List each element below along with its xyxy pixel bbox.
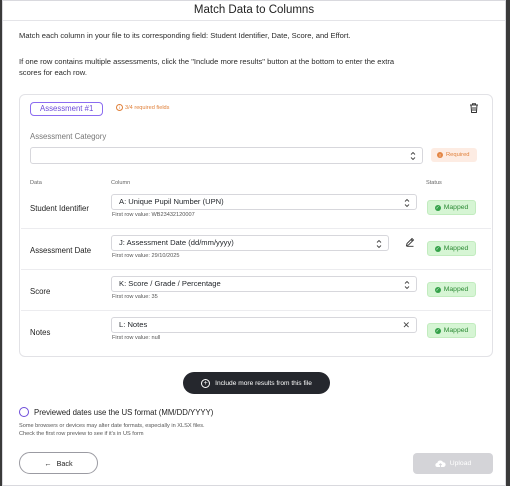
first-row-value: First row value: 29/10/2025	[112, 253, 180, 259]
upload-button[interactable]: Upload	[413, 453, 493, 474]
clear-icon[interactable]: ✕	[402, 320, 410, 330]
chevron-up-down-icon	[404, 280, 410, 290]
cloud-upload-icon	[435, 460, 446, 468]
us-format-hint-1: Some browsers or devices may alter date …	[19, 423, 205, 429]
required-badge-text: Required	[446, 152, 470, 158]
column-select-value: J: Assessment Date (dd/mm/yyyy)	[119, 238, 234, 247]
mapped-text: Mapped	[443, 327, 469, 334]
trash-icon[interactable]	[468, 102, 480, 114]
include-more-label: Include more results from this file	[215, 379, 312, 387]
include-more-results-button[interactable]: + Include more results from this file	[183, 372, 330, 394]
first-row-value: First row value: 35	[112, 294, 158, 300]
dialog-title: Match Data to Columns	[193, 4, 315, 16]
header-data: Data	[30, 180, 42, 186]
warning-icon: !	[437, 152, 443, 158]
arrow-left-icon: ←	[44, 458, 52, 468]
mapping-row: Notes L: Notes ✕ First row value: null ✓…	[21, 311, 491, 352]
intro-text-1: Match each column in your file to its co…	[19, 31, 351, 40]
column-select[interactable]: K: Score / Grade / Percentage	[111, 276, 417, 292]
assessment-category-label: Assessment Category	[30, 132, 107, 141]
check-icon: ✓	[434, 204, 441, 211]
check-icon: ✓	[434, 245, 441, 252]
back-button[interactable]: ← Back	[19, 452, 98, 474]
mapped-badge: ✓ Mapped	[427, 241, 476, 256]
required-fields-text: 3/4 required fields	[125, 104, 170, 111]
column-select-value: L: Notes	[119, 320, 148, 329]
header-column: Column	[111, 180, 131, 186]
assessment-category-select[interactable]	[30, 147, 423, 164]
column-select-value: K: Score / Grade / Percentage	[119, 279, 221, 288]
column-select[interactable]: J: Assessment Date (dd/mm/yyyy)	[111, 235, 389, 251]
mapped-text: Mapped	[443, 204, 469, 211]
required-badge: ! Required	[431, 148, 477, 162]
chevron-up-down-icon	[410, 151, 416, 161]
mapped-badge: ✓ Mapped	[427, 323, 476, 338]
first-row-value: First row value: WB23432120007	[112, 212, 195, 218]
upload-label: Upload	[449, 460, 472, 467]
assessment-card: Assessment #1 i 3/4 required fields Asse…	[19, 94, 493, 357]
us-format-label: Previewed dates use the US format (MM/DD…	[34, 408, 214, 417]
column-select[interactable]: A: Unique Pupil Number (UPN)	[111, 194, 417, 210]
plus-circle-icon: +	[201, 378, 211, 388]
row-label: Student Identifier	[30, 204, 89, 213]
row-label: Assessment Date	[30, 246, 92, 255]
row-label: Score	[30, 287, 51, 296]
check-icon: ✓	[434, 327, 441, 334]
required-fields-indicator: i 3/4 required fields	[116, 104, 169, 111]
pencil-icon[interactable]	[405, 237, 415, 247]
check-icon: ✓	[434, 286, 441, 293]
assessment-chip[interactable]: Assessment #1	[30, 102, 104, 116]
first-row-value: First row value: null	[112, 335, 161, 341]
column-select-value: A: Unique Pupil Number (UPN)	[119, 197, 224, 206]
mapping-row: Assessment Date J: Assessment Date (dd/m…	[21, 229, 491, 270]
match-columns-dialog: Match Data to Columns Match each column …	[2, 0, 506, 486]
us-format-hint-2: Check the first row preview to see if it…	[19, 431, 144, 437]
intro-text-2a: If one row contains multiple assessments…	[19, 57, 395, 66]
mapping-row: Score K: Score / Grade / Percentage Firs…	[21, 270, 491, 311]
intro-text-2b: scores for each row.	[19, 68, 87, 77]
mapped-text: Mapped	[443, 286, 469, 293]
mapped-badge: ✓ Mapped	[427, 200, 476, 215]
header-divider	[3, 20, 505, 21]
header-status: Status	[426, 180, 442, 186]
mapped-text: Mapped	[443, 245, 469, 252]
chevron-up-down-icon	[376, 239, 382, 249]
mapping-row: Student Identifier A: Unique Pupil Numbe…	[21, 188, 491, 229]
back-label: Back	[56, 458, 73, 468]
info-icon: i	[116, 104, 123, 111]
mapped-badge: ✓ Mapped	[427, 282, 476, 297]
row-label: Notes	[30, 328, 51, 337]
chevron-up-down-icon	[404, 198, 410, 208]
column-select[interactable]: L: Notes ✕	[111, 317, 417, 333]
us-format-radio[interactable]	[19, 407, 29, 417]
